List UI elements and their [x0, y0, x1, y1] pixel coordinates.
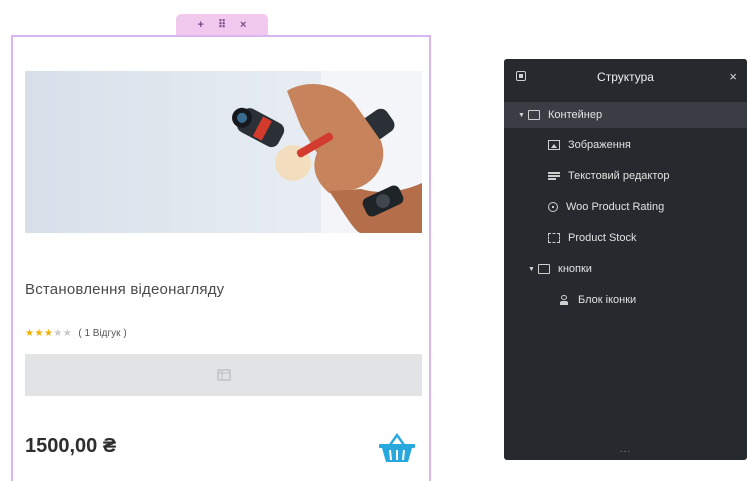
structure-panel: Структура × ▼ Контейнер Зображення Текст…: [504, 59, 747, 460]
drag-handle-button[interactable]: ⠿: [218, 19, 226, 31]
tree-item-icon-box[interactable]: Блок іконки: [504, 287, 747, 313]
product-image: [25, 71, 422, 233]
rating-icon: [548, 202, 558, 212]
add-widget-button[interactable]: +: [198, 19, 204, 31]
chevron-down-icon[interactable]: ▼: [528, 266, 538, 273]
camera-install-photo: [25, 71, 422, 233]
text-editor-icon: [548, 171, 560, 181]
widget-toolbar: + ⠿ ×: [176, 14, 268, 36]
chevron-down-icon[interactable]: ▼: [518, 112, 528, 119]
tree-item-label: Woo Product Rating: [566, 201, 665, 213]
panel-resize-handle[interactable]: ...: [504, 444, 747, 460]
tree-item-label: Зображення: [568, 139, 631, 151]
product-title[interactable]: Встановлення відеонагляду: [25, 281, 224, 298]
review-count[interactable]: ( 1 Відгук ): [78, 328, 126, 339]
tree-item-label: Блок іконки: [578, 294, 637, 306]
tree-item-label: кнопки: [558, 263, 592, 275]
product-stock-placeholder: [25, 354, 422, 396]
tree-item-product-rating[interactable]: Woo Product Rating: [504, 194, 747, 220]
tree-item-product-stock[interactable]: Product Stock: [504, 225, 747, 251]
tree-item-buttons-container[interactable]: ▼ кнопки: [504, 256, 747, 282]
star-icon: ★: [34, 328, 44, 339]
tree-item-label: Контейнер: [548, 109, 603, 121]
tree-item-text-editor[interactable]: Текстовий редактор: [504, 163, 747, 189]
star-icon: ★: [62, 328, 73, 339]
tree-item-label: Текстовий редактор: [568, 170, 670, 182]
star-rating: ★★★★★: [25, 328, 72, 339]
delete-widget-button[interactable]: ×: [240, 19, 246, 31]
dock-panel-icon[interactable]: [516, 71, 526, 81]
product-rating: ★★★★★ ( 1 Відгук ): [25, 328, 127, 339]
container-icon: [538, 264, 550, 274]
product-card[interactable]: Встановлення відеонагляду ★★★★★ ( 1 Відг…: [11, 35, 431, 481]
icon-box-icon: [558, 295, 570, 305]
container-icon: [528, 110, 540, 120]
tree-item-label: Product Stock: [568, 232, 637, 244]
stock-icon: [548, 233, 560, 243]
star-icon: ★: [53, 328, 63, 339]
tree-item-container[interactable]: ▼ Контейнер: [504, 102, 747, 128]
star-icon: ★: [43, 328, 54, 339]
image-icon: [548, 140, 560, 150]
basket-icon[interactable]: [377, 432, 417, 463]
product-price: 1500,00 ₴: [25, 435, 117, 457]
close-panel-button[interactable]: ×: [729, 69, 737, 84]
panel-title: Структура: [597, 70, 654, 84]
panel-header: Структура ×: [504, 59, 747, 95]
tree-item-image[interactable]: Зображення: [504, 132, 747, 158]
stock-placeholder-icon: [216, 369, 231, 381]
